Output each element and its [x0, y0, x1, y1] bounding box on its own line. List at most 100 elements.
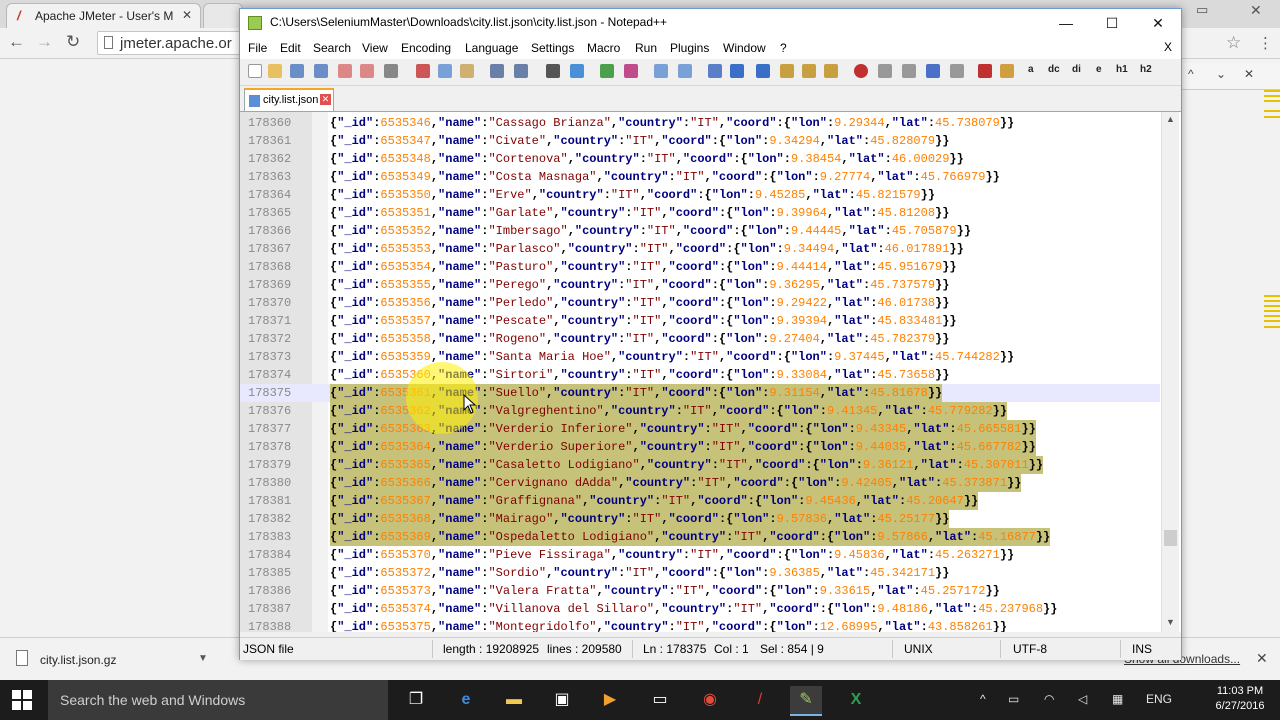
editor-line[interactable]: 178367 {"_id":6535353,"name":"Parlasco","… [240, 240, 1160, 258]
editor-line[interactable]: 178372 {"_id":6535358,"name":"Rogeno","co… [240, 330, 1160, 348]
menu-encoding[interactable]: Encoding [401, 41, 451, 55]
play-macro-icon[interactable] [902, 64, 916, 78]
zoom-out-icon[interactable] [624, 64, 638, 78]
close-icon[interactable]: ✕ [1135, 9, 1181, 37]
replace-icon[interactable] [570, 64, 584, 78]
editor-line[interactable]: 178365 {"_id":6535351,"name":"Garlate","c… [240, 204, 1160, 222]
toolbar-di-button[interactable]: di [1072, 64, 1081, 75]
scroll-down-icon[interactable]: ▼ [1166, 617, 1175, 627]
copy-icon[interactable] [438, 64, 452, 78]
word-wrap-icon[interactable] [708, 64, 722, 78]
print-icon[interactable] [384, 64, 398, 78]
spellcheck-options-icon[interactable] [1000, 64, 1014, 78]
find-prev-icon[interactable]: ^ [1188, 67, 1194, 81]
maximize-icon[interactable]: ☐ [1089, 9, 1135, 37]
browser-close-icon[interactable]: ✕ [1250, 2, 1262, 19]
menu-help[interactable]: ? [780, 41, 787, 55]
cut-icon[interactable] [416, 64, 430, 78]
editor-line[interactable]: 178370 {"_id":6535356,"name":"Perledo","c… [240, 294, 1160, 312]
editor-line[interactable]: 178386 {"_id":6535373,"name":"Valera Frat… [240, 582, 1160, 600]
editor-line[interactable]: 178366 {"_id":6535352,"name":"Imbersago",… [240, 222, 1160, 240]
editor-line[interactable]: 178383 {"_id":6535369,"name":"Ospedaletto… [240, 528, 1160, 546]
editor-line[interactable]: 178374{"_id":6535360,"name":"Sirtori","c… [240, 366, 1160, 384]
editor-line[interactable]: 178360 {"_id":6535346,"name":"Cassago Bri… [240, 114, 1160, 132]
undo-icon[interactable] [490, 64, 504, 78]
menu-settings[interactable]: Settings [531, 41, 574, 55]
minimize-icon[interactable]: — [1043, 9, 1089, 37]
menu-window[interactable]: Window [723, 41, 766, 55]
browser-tab-jmeter[interactable]: / Apache JMeter - User's M ✕ [6, 3, 201, 28]
toolbar-h2-button[interactable]: h2 [1140, 64, 1152, 75]
browser-minimize-icon[interactable]: ▭ [1196, 2, 1208, 18]
close-document-button[interactable]: X [1164, 40, 1172, 54]
language-indicator[interactable]: ENG [1146, 692, 1172, 706]
media-player-icon[interactable]: ▶ [594, 686, 626, 714]
excel-icon[interactable]: X [840, 686, 872, 714]
toolbar-dc-button[interactable]: dc [1048, 64, 1060, 75]
edge-icon[interactable]: e [450, 686, 482, 714]
toolbar-h1-button[interactable]: h1 [1116, 64, 1128, 75]
menu-macro[interactable]: Macro [587, 41, 620, 55]
record-macro-icon[interactable] [854, 64, 868, 78]
store-icon[interactable]: ▣ [546, 686, 578, 714]
menu-view[interactable]: View [362, 41, 388, 55]
close-file-icon[interactable] [338, 64, 352, 78]
code-editor[interactable]: 178360 {"_id":6535346,"name":"Cassago Bri… [240, 112, 1181, 632]
find-close-icon[interactable]: ✕ [1244, 67, 1254, 81]
run-macro-multiple-icon[interactable] [926, 64, 940, 78]
address-bar[interactable]: jmeter.apache.or [97, 31, 247, 55]
back-icon[interactable]: ← [8, 32, 25, 52]
folder-workspace-icon[interactable] [824, 64, 838, 78]
download-menu-icon[interactable]: ▼ [198, 653, 208, 664]
menu-file[interactable]: File [248, 41, 267, 55]
reload-icon[interactable]: ↻ [66, 32, 80, 52]
vertical-scrollbar[interactable]: ▲ ▼ [1161, 112, 1179, 632]
find-icon[interactable] [546, 64, 560, 78]
editor-line[interactable]: 178380 {"_id":6535366,"name":"Cervignano … [240, 474, 1160, 492]
redo-icon[interactable] [514, 64, 528, 78]
zoom-in-icon[interactable] [600, 64, 614, 78]
editor-line[interactable]: 178387 {"_id":6535374,"name":"Villanova d… [240, 600, 1160, 618]
browser-tab-close-icon[interactable]: ✕ [182, 8, 192, 22]
paste-icon[interactable] [460, 64, 474, 78]
tab-city-list-json[interactable]: city.list.json ✕ [244, 88, 334, 111]
spellcheck-icon[interactable] [978, 64, 992, 78]
editor-line[interactable]: 178361 {"_id":6535347,"name":"Civate","co… [240, 132, 1160, 150]
editor-line[interactable]: 178377{"_id":6535363,"name":"Verderio In… [240, 420, 1160, 438]
windows-start-icon[interactable] [12, 690, 32, 710]
new-file-icon[interactable] [248, 64, 262, 78]
find-next-icon[interactable]: ⌄ [1216, 67, 1226, 81]
menu-search[interactable]: Search [313, 41, 351, 55]
sync-vertical-icon[interactable] [654, 64, 668, 78]
save-icon[interactable] [290, 64, 304, 78]
taskbar-clock[interactable]: 11:03 PM 6/27/2016 [1210, 684, 1270, 714]
editor-line[interactable]: 178371 {"_id":6535357,"name":"Pescate","c… [240, 312, 1160, 330]
editor-line[interactable]: 178373 {"_id":6535359,"name":"Santa Maria… [240, 348, 1160, 366]
editor-line[interactable]: 178376{"_id":6535362,"name":"Valgreghent… [240, 402, 1160, 420]
save-macro-icon[interactable] [950, 64, 964, 78]
editor-line[interactable]: 178381 {"_id":6535367,"name":"Graffignana… [240, 492, 1160, 510]
jmeter-icon[interactable]: / [744, 686, 776, 714]
volume-icon[interactable]: ◁ [1078, 692, 1087, 706]
scroll-thumb[interactable] [1164, 530, 1177, 546]
indent-guide-icon[interactable] [756, 64, 770, 78]
tab-close-icon[interactable]: ✕ [320, 94, 331, 105]
editor-line[interactable]: 178378 {"_id":6535364,"name":"Verderio Su… [240, 438, 1160, 456]
editor-line[interactable]: 178379 {"_id":6535365,"name":"Casaletto L… [240, 456, 1160, 474]
editor-line[interactable]: 178369 {"_id":6535355,"name":"Perego","co… [240, 276, 1160, 294]
command-prompt-icon[interactable]: ▭ [644, 686, 676, 714]
notepadpp-taskbar-icon[interactable]: ✎ [790, 686, 822, 716]
download-item[interactable]: city.list.json.gz ▼ [10, 646, 210, 674]
open-icon[interactable] [268, 64, 282, 78]
editor-line[interactable]: 178382 {"_id":6535368,"name":"Mairago","c… [240, 510, 1160, 528]
new-tab-button[interactable] [203, 3, 243, 28]
save-all-icon[interactable] [314, 64, 328, 78]
editor-line[interactable]: 178385 {"_id":6535372,"name":"Sordio","co… [240, 564, 1160, 582]
close-all-icon[interactable] [360, 64, 374, 78]
menu-language[interactable]: Language [465, 41, 518, 55]
menu-plugins[interactable]: Plugins [670, 41, 709, 55]
menu-edit[interactable]: Edit [280, 41, 301, 55]
keyboard-icon[interactable]: ▦ [1112, 692, 1123, 706]
editor-line[interactable]: 178375{"_id":6535361,"name":"Suello","co… [240, 384, 1160, 402]
scroll-up-icon[interactable]: ▲ [1166, 114, 1175, 124]
